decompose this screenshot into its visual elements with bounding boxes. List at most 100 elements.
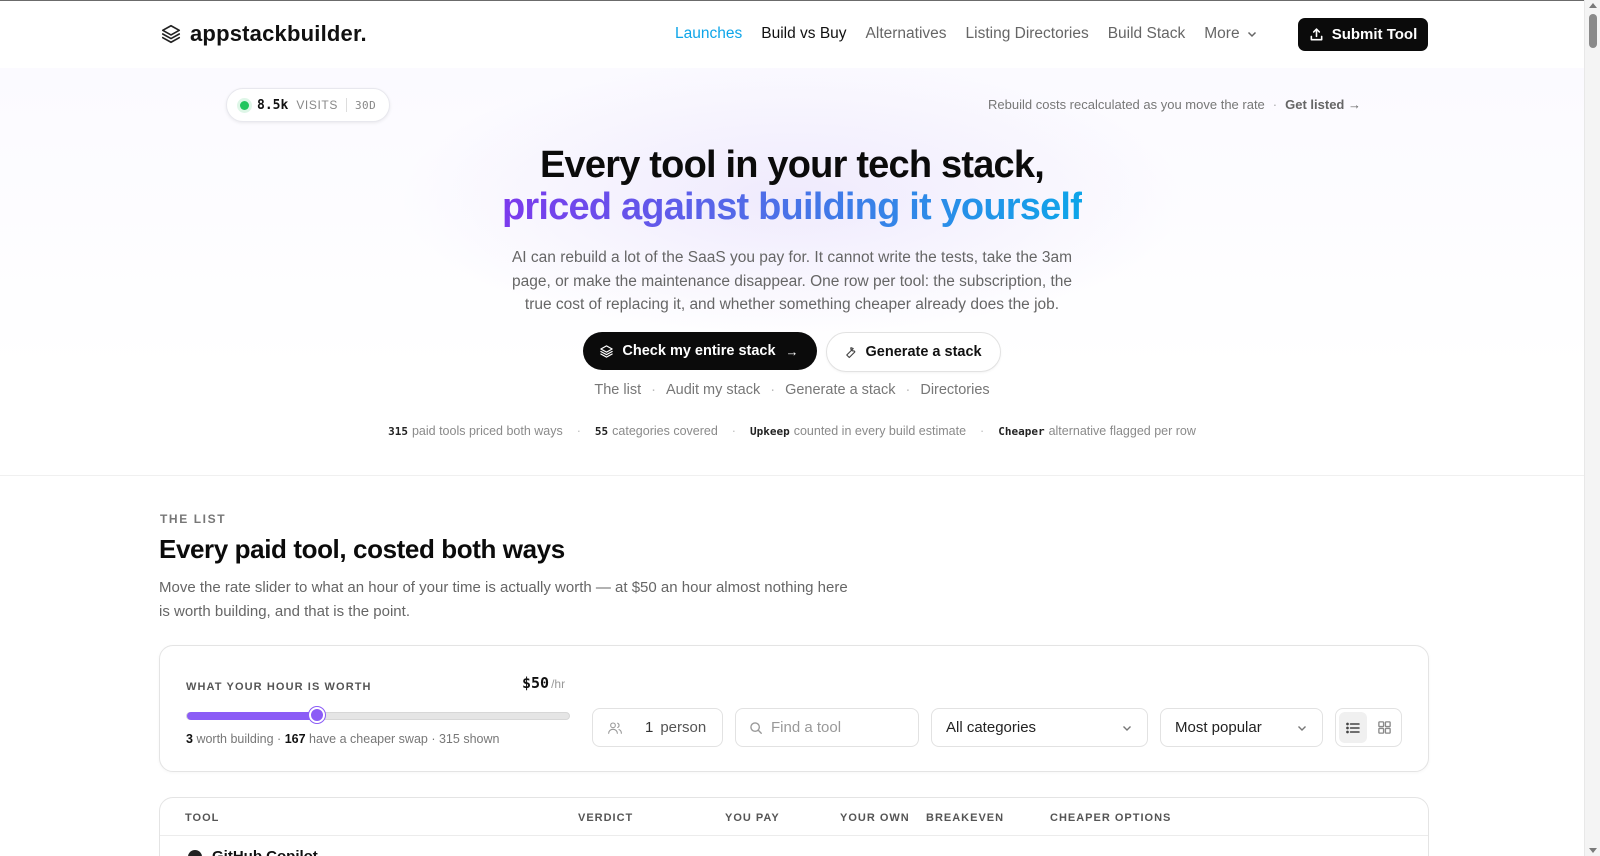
quick-link-generate[interactable]: Generate a stack (785, 382, 895, 398)
section-description: Move the rate slider to what an hour of … (159, 579, 848, 620)
quick-link-audit[interactable]: Audit my stack (666, 382, 760, 398)
logo-text: appstackbuilder. (190, 21, 367, 46)
search-icon (750, 721, 762, 734)
nav-alternatives[interactable]: Alternatives (866, 25, 947, 43)
category-select[interactable]: All categories (931, 708, 1148, 747)
stats-row: 315 paid tools priced both ways · 55 categ… (0, 424, 1584, 438)
col-tool[interactable]: TOOL (185, 812, 219, 824)
col-your-own[interactable]: YOUR OWN (840, 812, 910, 824)
nav-launches[interactable]: Launches (675, 25, 742, 43)
quick-link-directories[interactable]: Directories (920, 382, 989, 398)
table-header: TOOL VERDICT YOU PAY YOUR OWN BREAKEVEN … (160, 798, 1428, 836)
check-stack-label: Check my entire stack (622, 343, 776, 359)
rebuild-note-text: Rebuild costs recalculated as you move t… (988, 97, 1265, 112)
submit-tool-button[interactable]: Submit Tool (1298, 18, 1428, 51)
filter-card: WHAT YOUR HOUR IS WORTH $50/hr 3 worth b… (159, 645, 1429, 772)
chevron-down-icon (1123, 725, 1131, 731)
live-dot-icon (240, 100, 249, 110)
search-input[interactable]: Find a tool (735, 708, 919, 747)
sort-select[interactable]: Most popular (1160, 708, 1323, 747)
rate-amount: $50 (522, 674, 550, 692)
separator-dot: · (980, 424, 985, 438)
stat-value: Cheaper (998, 425, 1045, 438)
nav-more-label: More (1204, 25, 1240, 42)
section-eyebrow: THE LIST (160, 512, 227, 526)
nav-build-vs-buy[interactable]: Build vs Buy (761, 25, 846, 43)
team-size-input[interactable]: 1 person (592, 708, 723, 747)
rebuild-note: Rebuild costs recalculated as you move t… (988, 97, 1361, 112)
slider-summary: 3 worth building · 167 have a cheaper sw… (186, 732, 500, 746)
page-scrollbar[interactable] (1584, 0, 1600, 856)
tool-logo-icon (188, 849, 202, 856)
scrollbar-thumb[interactable] (1589, 14, 1597, 48)
headline-line2: priced against building it yourself (0, 186, 1584, 228)
scroll-down-arrow-icon[interactable] (1589, 848, 1597, 853)
visits-divider (345, 98, 347, 112)
quick-links: The list · Audit my stack · Generate a s… (0, 382, 1584, 398)
separator-dot: · (576, 424, 581, 438)
team-size-value: 1 (645, 719, 654, 736)
worth-building-text: worth building (196, 732, 274, 746)
layers-icon (160, 23, 182, 45)
nav-more[interactable]: More (1204, 25, 1257, 43)
nav-listing-directories[interactable]: Listing Directories (966, 25, 1089, 43)
worth-building-count: 3 (186, 732, 193, 746)
rate-slider[interactable] (186, 707, 570, 723)
stat-upkeep: Upkeep counted in every build estimate (750, 424, 966, 438)
stat-value: Upkeep (749, 425, 790, 438)
separator-dot: · (770, 382, 776, 398)
separator-dot: · (731, 424, 736, 438)
view-toggle (1335, 708, 1402, 747)
visits-label: VISITS (296, 98, 338, 112)
section-title: Every paid tool, costed both ways (159, 534, 565, 564)
visits-period: 30D (354, 98, 377, 112)
rate-label: WHAT YOUR HOUR IS WORTH (186, 681, 372, 693)
main-nav: Launches Build vs Buy Alternatives Listi… (675, 25, 1277, 43)
tools-table: TOOL VERDICT YOU PAY YOUR OWN BREAKEVEN … (159, 797, 1429, 856)
submit-tool-label: Submit Tool (1331, 26, 1418, 43)
cheaper-swap-count: 167 (284, 732, 306, 746)
sort-selected: Most popular (1175, 719, 1262, 736)
separator-dot: · (905, 382, 911, 398)
col-breakeven[interactable]: BREAKEVEN (926, 812, 1004, 824)
col-verdict[interactable]: VERDICT (578, 812, 633, 824)
hero-subcopy: AI can rebuild a lot of the SaaS you pay… (511, 249, 1073, 313)
cta-row: Check my entire stack → Generate a stack (0, 332, 1584, 372)
get-listed-link[interactable]: Get listed → (1285, 97, 1361, 112)
chevron-down-icon (1247, 31, 1256, 38)
stat-value: 315 (388, 425, 408, 438)
category-selected: All categories (946, 719, 1037, 736)
headline-gradient-text: priced against building it yourself (501, 186, 1083, 228)
scroll-up-arrow-icon[interactable] (1589, 3, 1597, 8)
cheaper-swap-text: have a cheaper swap (309, 732, 428, 746)
logo[interactable]: appstackbuilder. (160, 21, 367, 47)
list-view-button[interactable] (1339, 712, 1367, 743)
stat-value: 55 (594, 425, 609, 438)
users-icon (608, 721, 622, 734)
slider-handle[interactable] (308, 707, 325, 723)
chevron-down-icon (1298, 725, 1306, 731)
generate-stack-button[interactable]: Generate a stack (825, 332, 1001, 372)
table-row[interactable]: GitHub Copilot (188, 848, 318, 856)
quick-link-the-list[interactable]: The list (594, 382, 641, 398)
col-you-pay[interactable]: YOU PAY (725, 812, 780, 824)
visits-count: 8.5k (257, 97, 289, 113)
team-size-label: person (660, 719, 707, 736)
shown-text: 315 shown (438, 732, 500, 746)
stat-text: counted in every build estimate (793, 424, 967, 438)
rate-value: $50/hr (522, 674, 565, 692)
hero: 8.5k VISITS 30D Rebuild costs recalculat… (0, 68, 1584, 476)
separator-dot: · (1272, 97, 1278, 112)
check-stack-button[interactable]: Check my entire stack → (583, 332, 817, 370)
upload-icon (1310, 28, 1323, 41)
grid-icon (1377, 721, 1391, 734)
generate-stack-label: Generate a stack (865, 344, 982, 360)
wrench-icon (845, 346, 855, 358)
headline-line1: Every tool in your tech stack, (540, 144, 1045, 186)
grid-view-button[interactable] (1370, 712, 1398, 743)
tool-name: GitHub Copilot (212, 848, 318, 856)
search-placeholder: Find a tool (771, 719, 842, 736)
stat-text: paid tools priced both ways (411, 424, 563, 438)
nav-build-stack[interactable]: Build Stack (1108, 25, 1186, 43)
col-cheaper-options[interactable]: CHEAPER OPTIONS (1050, 812, 1171, 824)
